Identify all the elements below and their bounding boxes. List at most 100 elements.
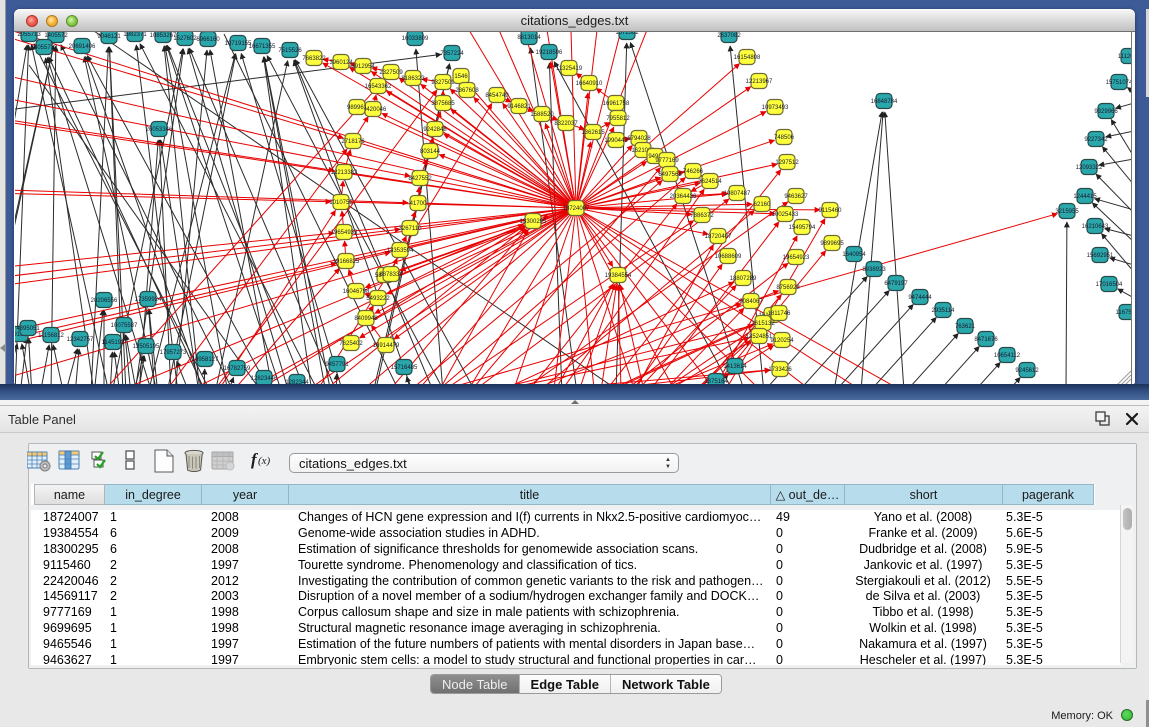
svg-text:1527602: 1527602 (173, 36, 197, 42)
svg-text:9457791: 9457791 (325, 362, 349, 368)
svg-text:989961: 989961 (347, 105, 368, 111)
svg-text:19654933: 19654933 (331, 230, 358, 236)
svg-text:1244415: 1244415 (1073, 194, 1097, 200)
svg-text:(x): (x) (258, 455, 271, 467)
svg-text:1112074: 1112074 (1118, 54, 1132, 60)
svg-text:19654923: 19654923 (783, 255, 810, 261)
svg-text:5493222: 5493222 (366, 296, 390, 302)
svg-text:1362615: 1362615 (581, 130, 605, 136)
svg-text:2055713: 2055713 (17, 32, 41, 38)
svg-text:17957273: 17957273 (160, 350, 187, 356)
svg-text:1405572: 1405572 (44, 33, 68, 39)
svg-text:10807487: 10807487 (724, 191, 751, 197)
svg-text:8427552: 8427552 (408, 176, 432, 182)
svg-text:26053346: 26053346 (146, 127, 173, 133)
svg-text:7955812: 7955812 (606, 116, 630, 122)
svg-text:8938923: 8938923 (862, 267, 886, 273)
svg-text:62160: 62160 (754, 202, 771, 208)
svg-text:15716485: 15716485 (391, 365, 418, 371)
svg-text:12093322: 12093322 (1076, 165, 1103, 171)
svg-text:7663822: 7663822 (302, 56, 326, 62)
svg-text:3912954: 3912954 (351, 64, 375, 70)
svg-text:1572382: 1572382 (615, 32, 639, 36)
svg-text:12342757: 12342757 (67, 337, 94, 343)
svg-text:11325419: 11325419 (556, 66, 583, 72)
svg-text:8471676: 8471676 (974, 337, 998, 343)
svg-text:7515526: 7515526 (278, 48, 302, 54)
svg-text:15751074: 15751074 (1106, 80, 1132, 86)
svg-text:10973493: 10973493 (762, 105, 789, 111)
svg-text:3624514: 3624514 (698, 179, 722, 185)
svg-text:17016504: 17016504 (1096, 282, 1123, 288)
svg-text:10025433: 10025433 (772, 212, 799, 218)
svg-text:8186323: 8186323 (401, 76, 425, 82)
svg-text:8409948: 8409948 (354, 316, 378, 322)
svg-text:16782759: 16782759 (224, 366, 251, 372)
svg-text:8813014: 8813014 (517, 35, 541, 41)
svg-text:14055712: 14055712 (31, 45, 58, 51)
svg-text:7886372: 7886372 (690, 213, 714, 219)
svg-text:8878334: 8878334 (379, 272, 403, 278)
svg-text:9474444: 9474444 (908, 295, 932, 301)
svg-text:12505195: 12505195 (133, 344, 160, 350)
svg-text:2637082: 2637082 (717, 33, 741, 39)
svg-text:16961758: 16961758 (603, 101, 630, 107)
svg-text:15495794: 15495794 (789, 225, 816, 231)
svg-text:6794028: 6794028 (627, 136, 651, 142)
svg-text:18720407: 18720407 (705, 234, 732, 240)
svg-text:12213382: 12213382 (331, 170, 358, 176)
svg-text:3875685: 3875685 (431, 101, 455, 107)
svg-text:748506: 748506 (774, 135, 795, 141)
svg-text:9463627: 9463627 (784, 194, 808, 200)
svg-text:10075587: 10075587 (111, 323, 138, 329)
svg-text:12823446: 12823446 (251, 376, 278, 382)
svg-text:1640954: 1640954 (842, 252, 866, 258)
svg-text:19166825: 19166825 (333, 259, 360, 265)
svg-text:8322037: 8322037 (554, 121, 578, 127)
svg-text:9777169: 9777169 (655, 158, 679, 164)
svg-text:9245612: 9245612 (1015, 368, 1039, 374)
svg-text:10688609: 10688609 (715, 254, 742, 260)
svg-text:1010755: 1010755 (329, 200, 353, 206)
svg-text:9242848: 9242848 (423, 127, 447, 133)
svg-text:9327509: 9327509 (431, 80, 455, 86)
svg-text:9084067: 9084067 (739, 299, 763, 305)
svg-text:2718176: 2718176 (341, 139, 365, 145)
svg-text:6497568: 6497568 (658, 172, 682, 178)
svg-text:7625402: 7625402 (339, 341, 363, 347)
svg-text:3267110: 3267110 (399, 226, 423, 232)
svg-text:16848784: 16848784 (871, 99, 898, 105)
svg-text:1615132: 1615132 (751, 321, 775, 327)
svg-text:12213967: 12213967 (746, 79, 773, 85)
svg-text:1990443: 1990443 (604, 138, 628, 144)
svg-text:803144: 803144 (420, 149, 441, 155)
svg-text:2935114: 2935114 (932, 308, 956, 314)
svg-text:9899695: 9899695 (820, 241, 844, 247)
svg-text:18300295: 18300295 (520, 219, 547, 225)
svg-text:16046798: 16046798 (343, 289, 370, 295)
svg-text:17359924: 17359924 (135, 297, 162, 303)
svg-text:9227342: 9227342 (1084, 137, 1108, 143)
svg-text:4395051: 4395051 (16, 326, 40, 332)
svg-text:1297512: 1297512 (775, 160, 799, 166)
svg-text:18807289: 18807289 (730, 276, 757, 282)
svg-text:2327509: 2327509 (379, 70, 403, 76)
svg-text:20691406: 20691406 (69, 44, 96, 50)
svg-text:2867608: 2867608 (455, 88, 479, 94)
svg-text:6966160: 6966160 (196, 37, 220, 43)
svg-text:1145193: 1145193 (102, 340, 126, 346)
svg-text:1811746: 1811746 (768, 311, 792, 317)
svg-text:1982371: 1982371 (123, 32, 147, 38)
svg-text:41700: 41700 (410, 201, 427, 207)
svg-text:20364436: 20364436 (670, 194, 697, 200)
svg-text:16154808: 16154808 (734, 55, 761, 61)
svg-text:3960124: 3960124 (329, 60, 353, 66)
svg-text:19218596: 19218596 (536, 50, 563, 56)
svg-text:20206556: 20206556 (91, 298, 118, 304)
svg-text:3215955: 3215955 (1055, 209, 1079, 215)
svg-text:6479197: 6479197 (884, 281, 908, 287)
svg-text:13353594: 13353594 (387, 248, 414, 254)
svg-text:746266: 746266 (683, 169, 704, 175)
svg-text:16640910: 16640910 (576, 81, 603, 87)
svg-text:9329966: 9329966 (1094, 109, 1118, 115)
